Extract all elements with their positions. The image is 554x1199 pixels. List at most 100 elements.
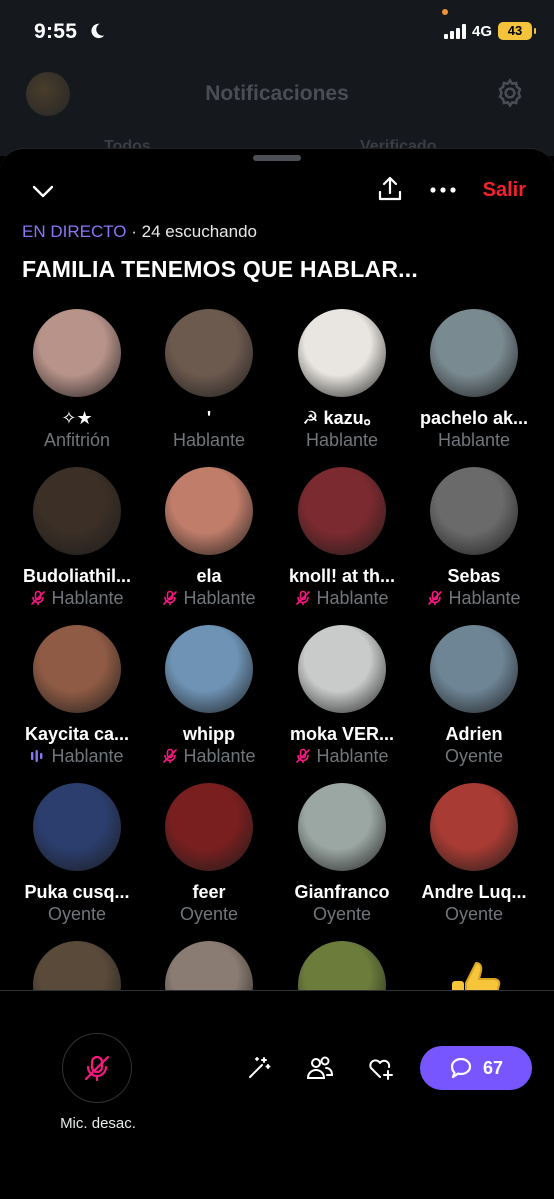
people-icon	[306, 1056, 334, 1079]
mic-status-label: Mic. desac.	[60, 1115, 136, 1132]
participant-role: Hablante	[408, 587, 540, 609]
avatar[interactable]	[298, 783, 386, 871]
participant-name: '	[206, 408, 212, 428]
live-tag: EN DIRECTO	[22, 222, 127, 241]
participant-role: Hablante	[408, 429, 540, 451]
avatar[interactable]	[298, 467, 386, 555]
mic-muted-icon	[296, 590, 311, 606]
participant-role-label: Hablante	[51, 746, 124, 766]
participants-button[interactable]	[305, 1053, 335, 1083]
react-button[interactable]	[366, 1053, 396, 1083]
participant[interactable]: ☭ kazu。 Hablante	[276, 309, 408, 451]
participant[interactable]: feer Oyente	[143, 783, 275, 925]
gear-icon	[498, 78, 522, 108]
participant-role-label: Anfitrión	[43, 430, 111, 450]
participant[interactable]: Budoliathil... Hablante	[11, 467, 143, 609]
moon-icon	[91, 23, 105, 39]
participant-name: ela	[196, 566, 222, 586]
participant[interactable]: Kaycita ca... Hablante	[11, 625, 143, 767]
mic-muted-icon	[163, 748, 178, 764]
mic-muted-icon	[163, 590, 178, 606]
avatar[interactable]	[33, 467, 121, 555]
comments-count: 67	[482, 1057, 504, 1078]
page-title: Notificaciones	[205, 82, 349, 105]
effects-button[interactable]	[244, 1053, 274, 1083]
participant-name: knoll! at th...	[289, 566, 395, 586]
participant-name: ☭ kazu。	[302, 408, 382, 428]
participant-role-label: Oyente	[47, 904, 107, 924]
avatar[interactable]	[33, 783, 121, 871]
avatar[interactable]	[430, 467, 518, 555]
participant-role-label: Hablante	[51, 588, 124, 608]
share-icon	[378, 176, 402, 201]
participant[interactable]: ' Hablante	[143, 309, 275, 451]
network-label: 4G	[471, 22, 492, 40]
participant-role-label: Hablante	[172, 430, 246, 450]
participant[interactable]: pachelo ak... Hablante	[408, 309, 540, 451]
avatar[interactable]	[33, 309, 121, 397]
avatar[interactable]	[165, 783, 253, 871]
participant-name: Andre Luq...	[421, 882, 527, 902]
participant-role-label: Hablante	[183, 746, 256, 766]
speaking-icon	[31, 750, 43, 762]
participant[interactable]: Sebas Hablante	[408, 467, 540, 609]
participant-name: pachelo ak...	[419, 408, 529, 428]
participant-role: Oyente	[143, 903, 275, 925]
mic-toggle-button[interactable]	[62, 1033, 132, 1103]
avatar[interactable]	[298, 309, 386, 397]
bottom-bar: Mic. desac. 67	[0, 990, 554, 1199]
sheet-grabber[interactable]	[253, 155, 301, 161]
live-status: EN DIRECTO · 24 escuchando	[22, 222, 257, 242]
avatar[interactable]	[33, 625, 121, 713]
participant[interactable]: ela Hablante	[143, 467, 275, 609]
avatar[interactable]	[430, 309, 518, 397]
participant-name: feer	[192, 882, 226, 902]
listener-count: · 24 escuchando	[131, 222, 257, 241]
participant-name: Budoliathil...	[23, 566, 131, 586]
participant-role-label: Oyente	[444, 904, 504, 924]
participant[interactable]: Andre Luq... Oyente	[408, 783, 540, 925]
participant[interactable]: moka VER... Hablante	[276, 625, 408, 767]
collapse-button[interactable]	[30, 179, 56, 205]
participant-name: Sebas	[447, 566, 501, 586]
participant-role-label: Hablante	[316, 588, 389, 608]
chevron-down-icon	[32, 185, 54, 198]
participant-role-label: Oyente	[179, 904, 239, 924]
privacy-indicator	[442, 9, 448, 15]
participant-role-label: Hablante	[183, 588, 256, 608]
participant[interactable]: ✧★ Anfitrión	[11, 309, 143, 451]
participant-role-label: Hablante	[448, 588, 521, 608]
heart-plus-icon	[369, 1059, 393, 1080]
avatar[interactable]	[298, 625, 386, 713]
avatar[interactable]	[165, 309, 253, 397]
status-bar: 9:55 4G 43	[0, 0, 554, 66]
battery-icon: 43	[498, 22, 536, 40]
participant[interactable]: Adrien Oyente	[408, 625, 540, 767]
participant-name: Adrien	[445, 724, 503, 744]
participant[interactable]: whipp Hablante	[143, 625, 275, 767]
clock: 9:55	[34, 20, 78, 43]
participant-role: Anfitrión	[11, 429, 143, 451]
participant-role-label: Oyente	[444, 746, 504, 766]
participant[interactable]: Puka cusq... Oyente	[11, 783, 143, 925]
avatar[interactable]	[165, 625, 253, 713]
comment-icon	[450, 1057, 472, 1079]
participant-role: Hablante	[11, 745, 143, 767]
participant-role: Oyente	[408, 745, 540, 767]
space-title: FAMILIA TENEMOS QUE HABLAR...	[22, 256, 418, 282]
avatar[interactable]	[165, 467, 253, 555]
mic-muted-icon	[296, 748, 311, 764]
participant-role-label: Hablante	[305, 430, 379, 450]
mic-muted-icon	[428, 590, 443, 606]
exit-button[interactable]: Salir	[483, 179, 526, 202]
participant[interactable]: Gianfranco Oyente	[276, 783, 408, 925]
participant[interactable]: knoll! at th... Hablante	[276, 467, 408, 609]
avatar[interactable]	[430, 783, 518, 871]
more-button[interactable]	[428, 175, 458, 205]
participant-role: Hablante	[276, 587, 408, 609]
avatar[interactable]	[430, 625, 518, 713]
comments-button[interactable]: 67	[420, 1046, 532, 1090]
mic-off-icon	[84, 1055, 110, 1082]
participant-name: Kaycita ca...	[24, 724, 130, 744]
share-button[interactable]	[374, 173, 406, 205]
